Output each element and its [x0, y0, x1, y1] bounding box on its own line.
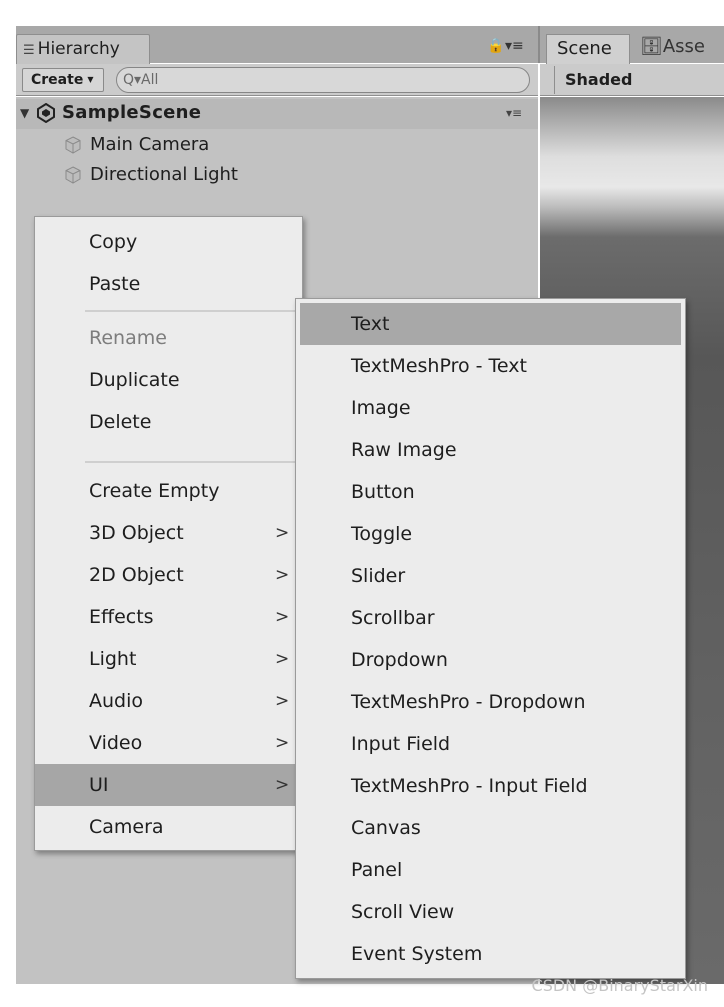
- menu-item-label: Rename: [89, 327, 167, 349]
- menu-item-label: Duplicate: [89, 369, 180, 391]
- submenu-item-scroll-view[interactable]: Scroll View: [296, 891, 685, 933]
- menu-item-copy[interactable]: Copy: [35, 221, 302, 263]
- submenu-item-image[interactable]: Image: [296, 387, 685, 429]
- hierarchy-list-icon: ☰: [23, 43, 35, 58]
- asset-store-icon: 🗄: [640, 36, 663, 57]
- menu-item-camera[interactable]: Camera: [35, 806, 302, 848]
- chevron-right-icon: >: [275, 607, 290, 627]
- menu-separator: [85, 310, 304, 312]
- create-label: Create: [31, 72, 84, 88]
- menu-item-label: 3D Object: [89, 522, 184, 544]
- hierarchy-item-directional-light[interactable]: Directional Light: [90, 164, 238, 185]
- menu-item-label: Delete: [89, 411, 152, 433]
- lock-icon[interactable]: 🔒: [487, 38, 504, 54]
- menu-separator: [85, 461, 304, 463]
- hierarchy-item-main-camera[interactable]: Main Camera: [90, 134, 209, 155]
- menu-item-label: Copy: [89, 231, 138, 253]
- menu-item-ui[interactable]: UI >: [35, 764, 302, 806]
- submenu-item-input-field[interactable]: Input Field: [296, 723, 685, 765]
- submenu-item-toggle[interactable]: Toggle: [296, 513, 685, 555]
- create-button[interactable]: Create ▼: [22, 68, 104, 92]
- submenu-item-textmeshpro-text[interactable]: TextMeshPro - Text: [296, 345, 685, 387]
- chevron-right-icon: >: [275, 649, 290, 669]
- watermark: CSDN @BinaryStarXin: [531, 976, 708, 995]
- menu-item-video[interactable]: Video >: [35, 722, 302, 764]
- menu-item-2d-object[interactable]: 2D Object >: [35, 554, 302, 596]
- hierarchy-tab-label: Hierarchy: [37, 39, 120, 59]
- search-icon: Q▾: [123, 72, 142, 88]
- shading-mode-dropdown[interactable]: Shaded: [554, 66, 724, 94]
- submenu-item-textmeshpro-dropdown[interactable]: TextMeshPro - Dropdown: [296, 681, 685, 723]
- submenu-item-raw-image[interactable]: Raw Image: [296, 429, 685, 471]
- menu-item-label: UI: [89, 774, 109, 796]
- chevron-right-icon: >: [275, 775, 290, 795]
- menu-item-label: Camera: [89, 816, 164, 838]
- ui-submenu: Text TextMeshPro - Text Image Raw Image …: [295, 298, 686, 979]
- menu-item-delete[interactable]: Delete: [35, 401, 302, 443]
- tab-asset-store[interactable]: 🗄Asse: [640, 36, 705, 57]
- menu-item-rename: Rename: [35, 317, 302, 359]
- submenu-item-dropdown[interactable]: Dropdown: [296, 639, 685, 681]
- scene-name[interactable]: SampleScene: [62, 102, 201, 123]
- context-menu: Copy Paste Rename Duplicate Delete Creat…: [34, 216, 304, 851]
- menu-item-label: Effects: [89, 606, 154, 628]
- menu-item-label: Video: [89, 732, 143, 754]
- menu-item-create-empty[interactable]: Create Empty: [35, 470, 302, 512]
- menu-item-label: Light: [89, 648, 137, 670]
- gameobject-cube-icon: [65, 136, 81, 154]
- tab-hierarchy[interactable]: ☰ Hierarchy: [16, 34, 150, 64]
- menu-item-label: Paste: [89, 273, 141, 295]
- chevron-down-icon: ▼: [87, 75, 94, 84]
- submenu-item-canvas[interactable]: Canvas: [296, 807, 685, 849]
- submenu-item-textmeshpro-input-field[interactable]: TextMeshPro - Input Field: [296, 765, 685, 807]
- menu-item-3d-object[interactable]: 3D Object >: [35, 512, 302, 554]
- menu-item-label: Create Empty: [89, 480, 220, 502]
- menu-item-paste[interactable]: Paste: [35, 263, 302, 305]
- menu-item-effects[interactable]: Effects >: [35, 596, 302, 638]
- submenu-item-button[interactable]: Button: [296, 471, 685, 513]
- search-input[interactable]: Q▾All: [116, 67, 530, 93]
- submenu-item-scrollbar[interactable]: Scrollbar: [296, 597, 685, 639]
- submenu-item-slider[interactable]: Slider: [296, 555, 685, 597]
- scene-options-icon[interactable]: ▾≡: [506, 106, 522, 120]
- gameobject-cube-icon: [65, 166, 81, 184]
- asset-tab-label: Asse: [662, 36, 706, 57]
- search-placeholder: All: [141, 72, 159, 88]
- panel-menu-icon[interactable]: ▾≡: [505, 38, 524, 54]
- expand-arrow-icon[interactable]: ▼: [20, 106, 29, 120]
- chevron-right-icon: >: [275, 691, 290, 711]
- chevron-right-icon: >: [275, 523, 290, 543]
- menu-item-duplicate[interactable]: Duplicate: [35, 359, 302, 401]
- chevron-right-icon: >: [275, 733, 290, 753]
- menu-item-label: Audio: [89, 690, 144, 712]
- unity-scene-icon: [37, 103, 55, 123]
- menu-item-light[interactable]: Light >: [35, 638, 302, 680]
- submenu-item-event-system[interactable]: Event System: [296, 933, 685, 975]
- menu-item-label: 2D Object: [89, 564, 184, 586]
- tab-scene[interactable]: Scene: [546, 34, 630, 64]
- submenu-item-panel[interactable]: Panel: [296, 849, 685, 891]
- submenu-item-text[interactable]: Text: [300, 303, 681, 345]
- chevron-right-icon: >: [275, 565, 290, 585]
- menu-item-audio[interactable]: Audio >: [35, 680, 302, 722]
